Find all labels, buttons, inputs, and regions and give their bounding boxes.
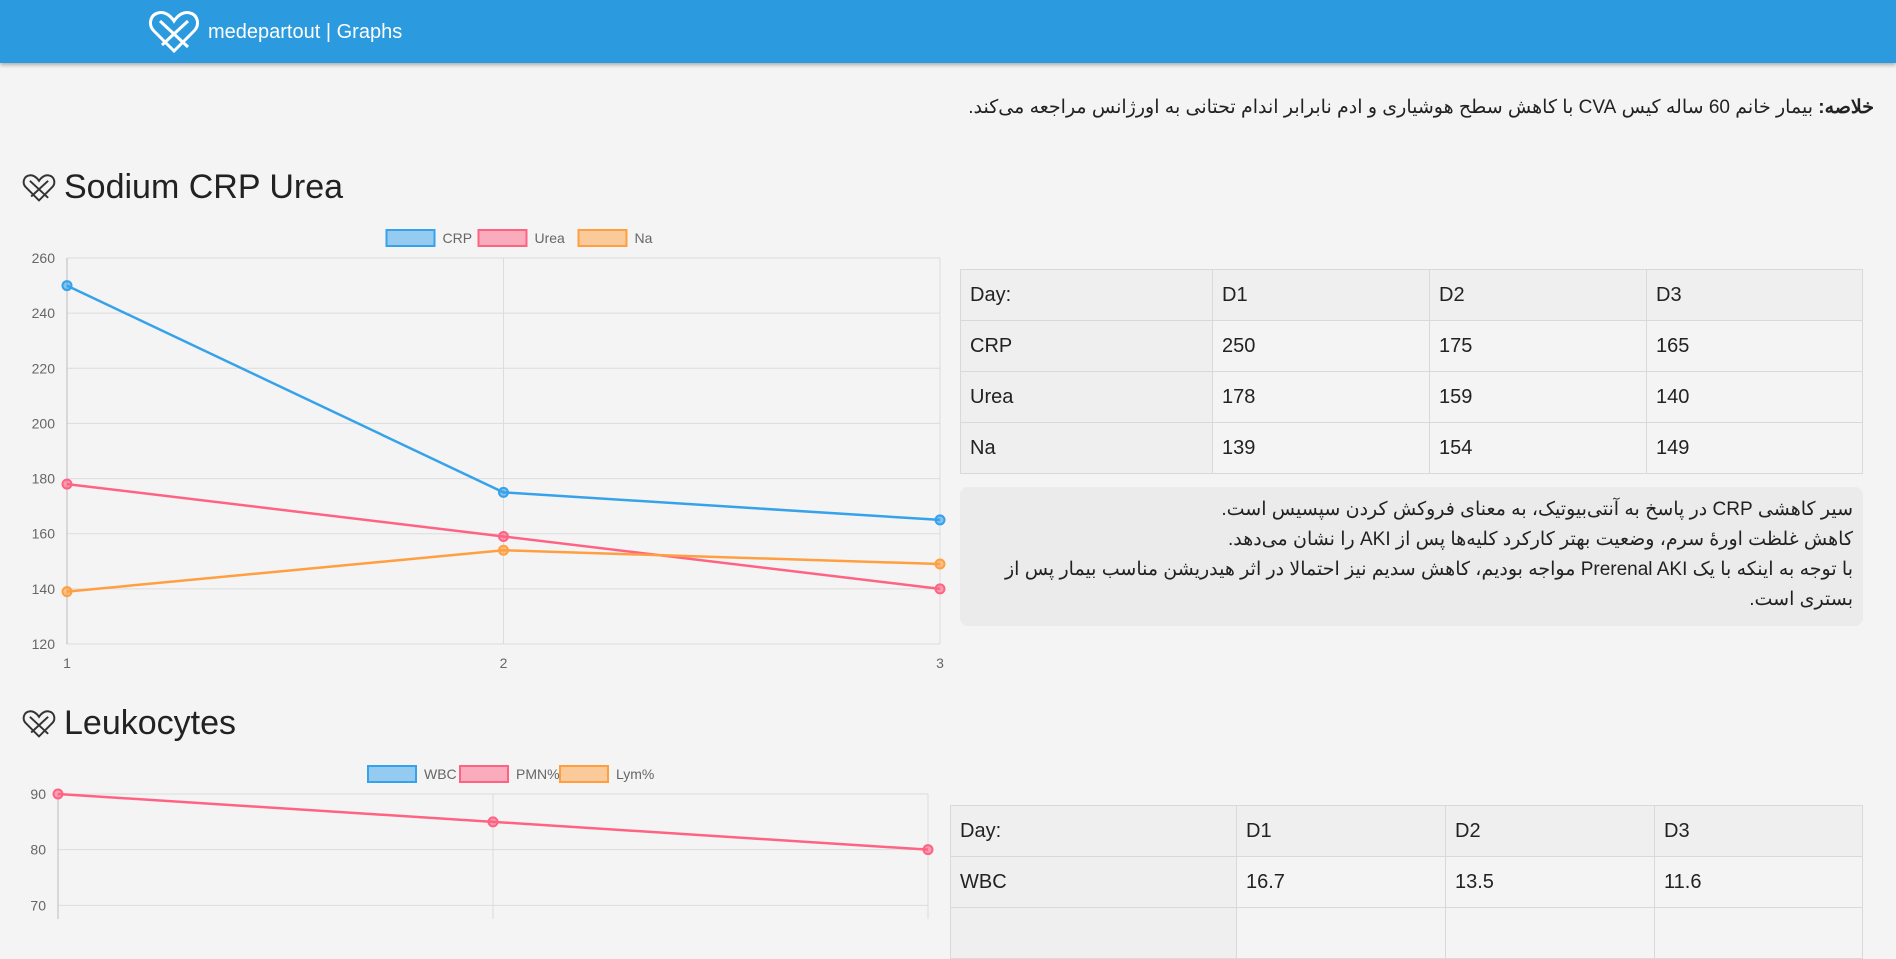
y-tick-label: 140 [32,581,56,597]
y-tick-label: 260 [32,250,56,266]
data-point [61,586,73,598]
table-cell: 250 [1212,320,1430,372]
table-header-row: Day: D1 D2 D3 [950,805,1863,857]
table-cell: CRP [960,320,1213,372]
table-header-cell: Day: [960,269,1213,321]
section-title-text: Leukocytes [64,704,236,742]
table-header-cell: D2 [1445,805,1655,857]
table-cell [1654,907,1863,959]
data-point [61,280,73,292]
summary: خلاصه: بیمار خانم 60 ساله کیس CVA با کاه… [968,96,1874,119]
table-cell: 178 [1212,371,1430,423]
note-line: سیر کاهشی CRP در پاسخ به آنتی‌بیوتیک، به… [1221,499,1853,520]
y-tick-label: 90 [30,786,46,802]
heart-icon [22,173,56,202]
table-cell: 149 [1646,422,1863,474]
table-cell: 154 [1429,422,1647,474]
legend-label: Na [635,230,653,246]
table-row: WBC 16.7 13.5 11.6 [950,856,1863,908]
y-tick-label: 240 [32,305,56,321]
data-point [61,478,73,490]
interpretation-note: سیر کاهشی CRP در پاسخ به آنتی‌بیوتیک، به… [960,487,1863,626]
data-point [52,788,64,800]
brand-link[interactable]: medepartout | Graphs [148,8,402,56]
table-row: Na 139 154 149 [960,422,1863,474]
sodium-crp-urea-table: Day: D1 D2 D3 CRP 250 175 165 Urea 178 1… [960,269,1863,474]
y-tick-label: 70 [30,897,46,913]
data-point [487,816,499,828]
table-cell [1236,907,1446,959]
x-tick-label: 1 [63,655,71,671]
table-row [950,907,1863,959]
table-cell: 140 [1646,371,1863,423]
data-point [934,583,946,595]
summary-label: خلاصه: [1818,97,1874,118]
data-point [922,844,934,856]
section-title-sodium-crp-urea: Sodium CRP Urea [22,168,343,207]
legend-swatch [367,765,417,783]
x-tick-label: 3 [936,655,944,671]
y-tick-label: 220 [32,360,56,376]
navbar: medepartout | Graphs [0,0,1896,63]
legend-swatch [477,229,528,247]
table-cell: 13.5 [1445,856,1655,908]
table-header-cell: D3 [1654,805,1863,857]
table-row: Urea 178 159 140 [960,371,1863,423]
y-tick-label: 180 [32,471,56,487]
table-cell: 11.6 [1654,856,1863,908]
table-cell: 139 [1212,422,1430,474]
legend-swatch [385,229,436,247]
table-cell: 159 [1429,371,1647,423]
sodium-crp-urea-chart: 120 140 160 180 200 220 240 260 1 2 3 CRP Urea Na [32,229,946,671]
table-cell: WBC [950,856,1237,908]
summary-text: بیمار خانم 60 ساله کیس CVA با کاهش سطح ه… [968,97,1813,118]
y-tick-label: 160 [32,526,56,542]
legend-label: Urea [535,230,566,246]
table-header-cell: D3 [1646,269,1863,321]
note-line: کاهش غلظت اورهٔ سرم، وضعیت بهتر کارکرد ک… [1227,529,1853,550]
data-point [934,514,946,526]
legend-label: PMN% [516,766,560,782]
note-line: با توجه به اینکه با یک Prerenal AKI مواج… [1004,559,1853,610]
table-cell: 165 [1646,320,1863,372]
section-title-text: Sodium CRP Urea [64,168,344,206]
legend-swatch [559,765,609,783]
table-header-cell: D1 [1212,269,1430,321]
legend-swatch [577,229,628,247]
table-header-cell: D1 [1236,805,1446,857]
table-cell [1445,907,1655,959]
y-tick-label: 120 [32,636,56,652]
table-row: CRP 250 175 165 [960,320,1863,372]
legend-label: WBC [424,766,457,782]
heart-icon [22,709,56,738]
leukocytes-table: Day: D1 D2 D3 WBC 16.7 13.5 11.6 [950,805,1863,959]
data-point [498,544,509,556]
data-point [498,486,509,498]
table-cell [950,907,1237,959]
table-cell: Urea [960,371,1213,423]
table-header-cell: Day: [950,805,1237,857]
table-cell: 16.7 [1236,856,1446,908]
leukocytes-chart: 60708090WBCPMN%Lym% [30,765,934,919]
table-cell: 175 [1429,320,1647,372]
data-point [498,530,509,542]
legend-label: CRP [443,230,473,246]
brand-text: medepartout | Graphs [208,20,403,43]
section-title-leukocytes: Leukocytes [22,704,236,743]
y-tick-label: 200 [32,415,56,431]
heart-logo-icon [149,11,199,54]
x-tick-label: 2 [500,655,508,671]
legend-label: Lym% [616,766,654,782]
y-tick-label: 80 [30,842,46,858]
table-cell: Na [960,422,1213,474]
legend-swatch [459,765,509,783]
table-header-row: Day: D1 D2 D3 [960,269,1863,321]
table-header-cell: D2 [1429,269,1647,321]
data-point [934,558,946,570]
